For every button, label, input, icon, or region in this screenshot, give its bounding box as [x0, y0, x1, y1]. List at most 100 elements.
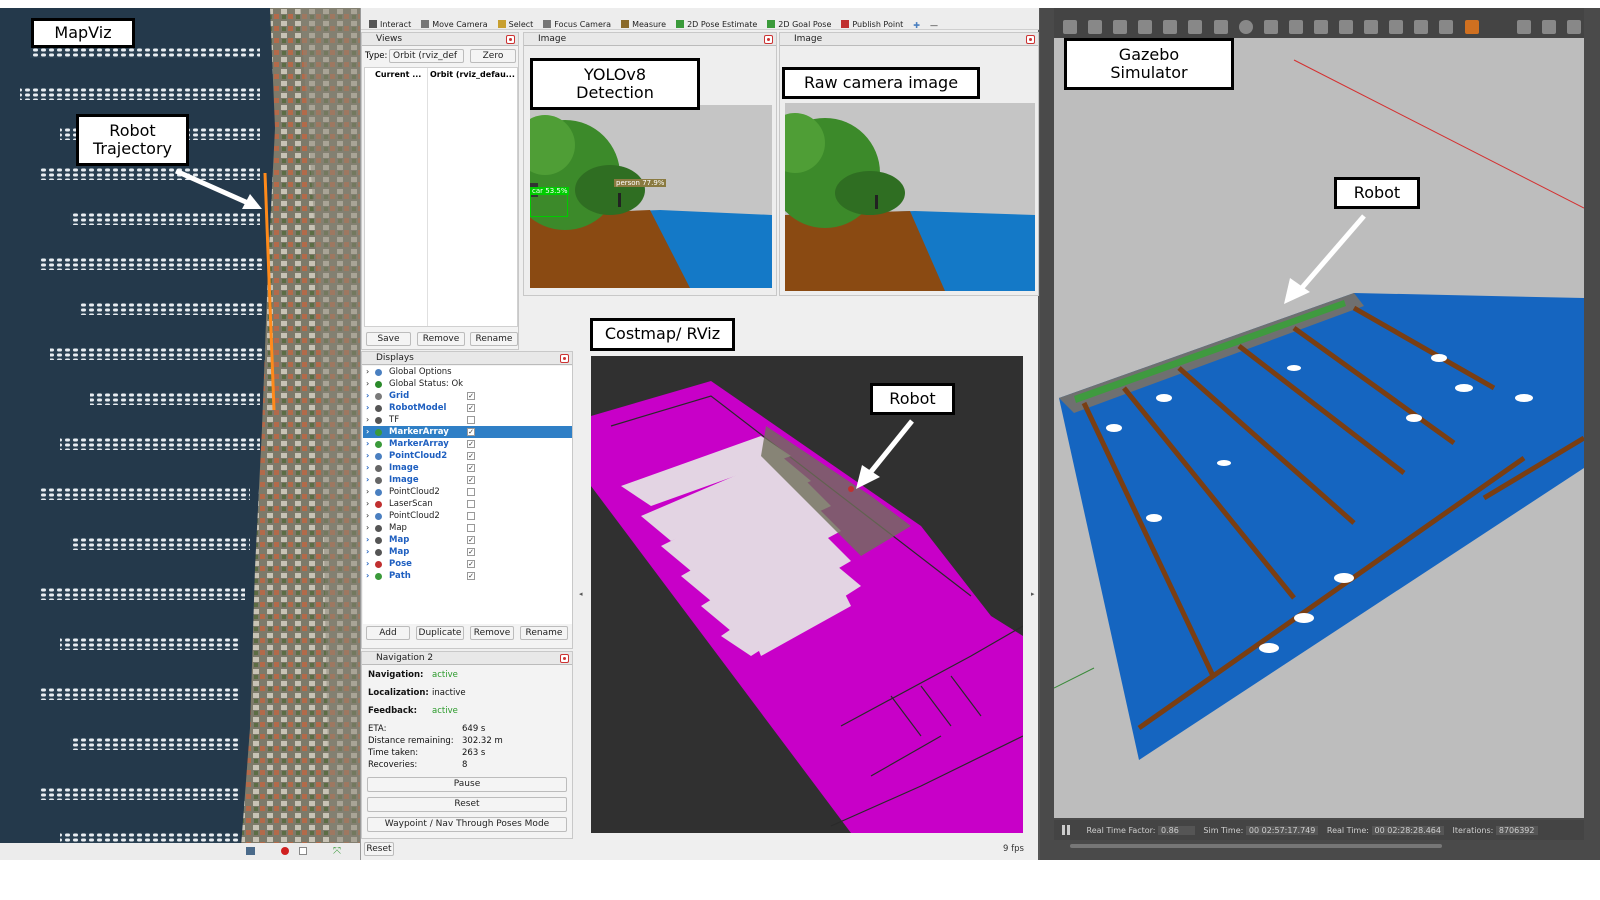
- select-mode-icon[interactable]: [1063, 19, 1077, 34]
- global-reset-button[interactable]: Reset: [364, 842, 394, 856]
- display-item[interactable]: › Path ✓: [363, 570, 572, 582]
- display-item[interactable]: › Global Status: Ok: [363, 378, 572, 390]
- views-save-button[interactable]: Save: [366, 332, 411, 346]
- display-item[interactable]: › PointCloud2: [363, 510, 572, 522]
- display-checkbox[interactable]: ✓: [467, 464, 475, 472]
- record-icon[interactable]: [281, 847, 289, 855]
- nav2-close-icon[interactable]: [560, 654, 569, 663]
- current-view-label[interactable]: Current ...: [375, 70, 421, 79]
- color-icon[interactable]: [1464, 19, 1479, 34]
- toolbar-select[interactable]: Select: [497, 20, 533, 29]
- display-checkbox[interactable]: ✓: [467, 404, 475, 412]
- undo-icon[interactable]: [1163, 19, 1178, 34]
- snap-icon[interactable]: [1439, 19, 1454, 34]
- toolbar-move-camera[interactable]: Move Camera: [421, 20, 488, 29]
- expand-icon[interactable]: ›: [366, 558, 369, 570]
- expand-icon[interactable]: ›: [366, 438, 369, 450]
- expand-icon[interactable]: ›: [366, 534, 369, 546]
- stop-icon[interactable]: [299, 847, 307, 855]
- fit-icon[interactable]: ⤧: [333, 846, 341, 857]
- toolbar-measure[interactable]: Measure: [621, 20, 666, 29]
- display-item[interactable]: › Image ✓: [363, 462, 572, 474]
- display-checkbox[interactable]: ✓: [467, 536, 475, 544]
- pause-button[interactable]: Pause: [367, 777, 567, 792]
- views-close-icon[interactable]: [506, 35, 515, 44]
- display-checkbox[interactable]: ✓: [467, 560, 475, 568]
- display-checkbox[interactable]: [467, 524, 475, 532]
- displays-add-button[interactable]: Add: [366, 626, 410, 640]
- display-item[interactable]: › Global Options: [363, 366, 572, 378]
- add-tool-icon[interactable]: ✚: [913, 21, 920, 29]
- copy-icon[interactable]: [1364, 19, 1379, 34]
- align-icon[interactable]: [1414, 19, 1429, 34]
- record-video-icon[interactable]: [1541, 19, 1556, 34]
- views-rename-button[interactable]: Rename: [470, 332, 518, 346]
- display-checkbox[interactable]: [467, 500, 475, 508]
- toolbar-2d-goal-pose[interactable]: 2D Goal Pose: [767, 20, 831, 29]
- display-checkbox[interactable]: [467, 512, 475, 520]
- display-checkbox[interactable]: ✓: [467, 572, 475, 580]
- display-item[interactable]: › Pose ✓: [363, 558, 572, 570]
- gazebo-viewport[interactable]: [1054, 38, 1584, 818]
- expand-icon[interactable]: ›: [366, 366, 369, 378]
- cylinder-icon[interactable]: [1263, 19, 1278, 34]
- display-item[interactable]: › TF: [363, 414, 572, 426]
- expand-icon[interactable]: ›: [366, 462, 369, 474]
- camera-icon[interactable]: [1516, 19, 1531, 34]
- display-item[interactable]: › Map ✓: [363, 534, 572, 546]
- sphere-icon[interactable]: [1238, 19, 1253, 34]
- point-light-icon[interactable]: [1313, 19, 1328, 34]
- display-item[interactable]: › RobotModel ✓: [363, 402, 572, 414]
- collapse-right-icon[interactable]: ▸: [1031, 590, 1035, 598]
- expand-icon[interactable]: ›: [366, 570, 369, 582]
- rotate-icon[interactable]: [1113, 19, 1128, 34]
- display-checkbox[interactable]: ✓: [467, 392, 475, 400]
- display-item[interactable]: › PointCloud2 ✓: [363, 450, 572, 462]
- expand-icon[interactable]: ›: [366, 510, 369, 522]
- display-item[interactable]: › MarkerArray ✓: [363, 438, 572, 450]
- display-item[interactable]: › PointCloud2: [363, 486, 572, 498]
- expand-icon[interactable]: ›: [366, 522, 369, 534]
- display-checkbox[interactable]: ✓: [467, 440, 475, 448]
- displays-duplicate-button[interactable]: Duplicate: [416, 626, 464, 640]
- display-checkbox[interactable]: ✓: [467, 452, 475, 460]
- expand-icon[interactable]: ›: [366, 474, 369, 486]
- display-item[interactable]: › MarkerArray ✓: [363, 426, 572, 438]
- scale-icon[interactable]: [1138, 19, 1153, 34]
- sun-icon[interactable]: [1288, 19, 1303, 34]
- zero-button[interactable]: Zero: [470, 49, 516, 63]
- redo-icon[interactable]: [1188, 19, 1203, 34]
- expand-icon[interactable]: ›: [366, 390, 369, 402]
- waypoint-mode-button[interactable]: Waypoint / Nav Through Poses Mode: [367, 817, 567, 832]
- rviz-3d-view[interactable]: [591, 356, 1023, 833]
- display-checkbox[interactable]: ✓: [467, 548, 475, 556]
- display-item[interactable]: › Map: [363, 522, 572, 534]
- expand-icon[interactable]: ›: [366, 414, 369, 426]
- nav-reset-button[interactable]: Reset: [367, 797, 567, 812]
- plot-icon[interactable]: [1566, 19, 1581, 34]
- expand-icon[interactable]: ›: [366, 498, 369, 510]
- views-remove-button[interactable]: Remove: [417, 332, 465, 346]
- display-checkbox[interactable]: [467, 416, 475, 424]
- expand-icon[interactable]: ›: [366, 426, 369, 438]
- expand-icon[interactable]: ›: [366, 450, 369, 462]
- display-checkbox[interactable]: ✓: [467, 476, 475, 484]
- displays-close-icon[interactable]: [560, 354, 569, 363]
- collapse-left-icon[interactable]: ◂: [579, 590, 583, 598]
- toolbar-publish-point[interactable]: Publish Point: [841, 20, 903, 29]
- displays-rename-button[interactable]: Rename: [520, 626, 568, 640]
- toolbar-focus-camera[interactable]: Focus Camera: [543, 20, 611, 29]
- display-item[interactable]: › Map ✓: [363, 546, 572, 558]
- translate-icon[interactable]: [1088, 19, 1103, 34]
- expand-icon[interactable]: ›: [366, 378, 369, 390]
- remove-tool-icon[interactable]: —: [930, 21, 938, 29]
- paste-icon[interactable]: [1389, 19, 1404, 34]
- screenshot-icon[interactable]: [246, 847, 255, 855]
- expand-icon[interactable]: ›: [366, 486, 369, 498]
- gazebo-scrollbar[interactable]: [1070, 844, 1442, 848]
- image-close-icon[interactable]: [764, 35, 773, 44]
- image-close-icon[interactable]: [1026, 35, 1035, 44]
- pause-icon[interactable]: [1062, 825, 1070, 835]
- box-icon[interactable]: [1213, 19, 1228, 34]
- display-item[interactable]: › Grid ✓: [363, 390, 572, 402]
